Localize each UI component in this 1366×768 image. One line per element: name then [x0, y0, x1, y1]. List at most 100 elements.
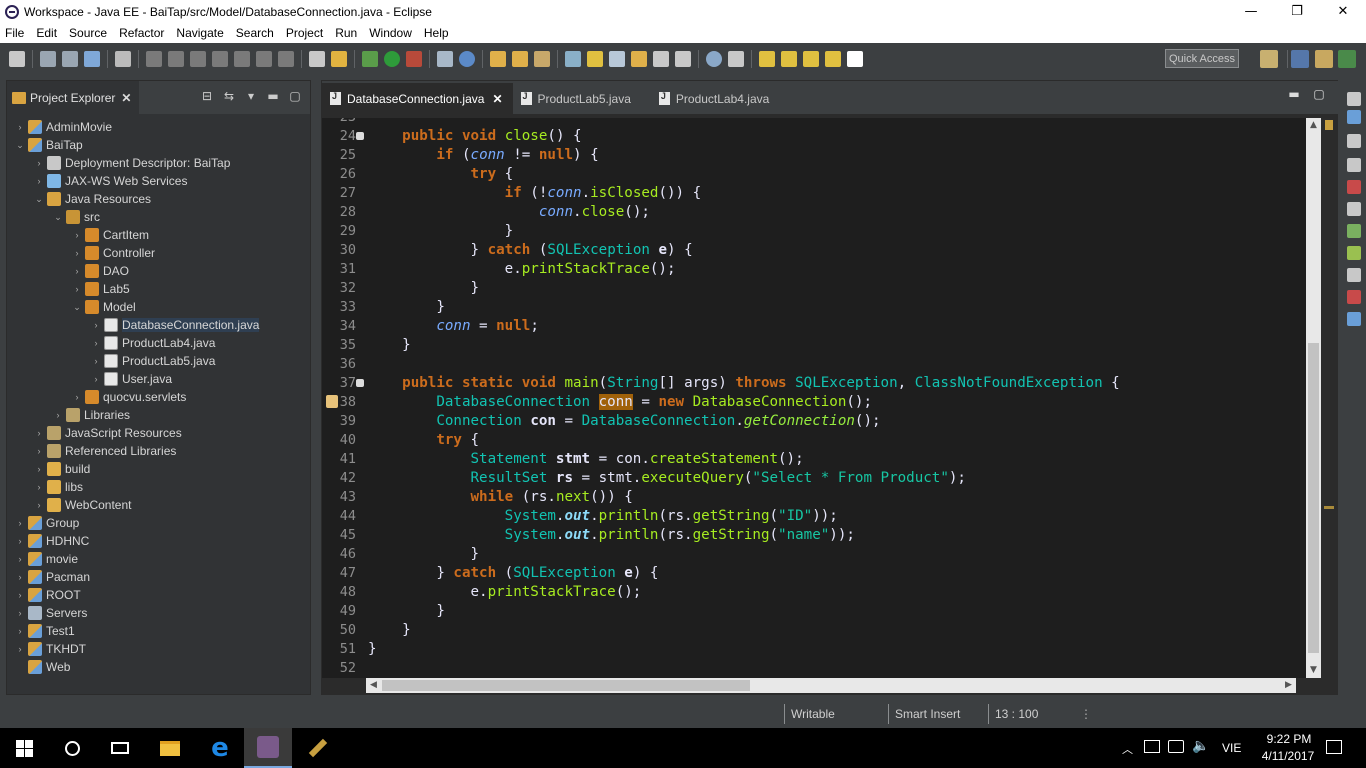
- scroll-up-icon[interactable]: ▲: [1306, 118, 1321, 133]
- code-line[interactable]: 45 System.out.println(rs.getString("name…: [322, 526, 1306, 545]
- editor-tab-productlab5[interactable]: ProductLab5.java: [513, 83, 641, 114]
- pencil-icon[interactable]: [534, 51, 550, 67]
- close-tab-icon[interactable]: ✕: [121, 91, 131, 105]
- code-line[interactable]: 48 e.printStackTrace();: [322, 583, 1306, 602]
- show-whitespace-icon[interactable]: [631, 51, 647, 67]
- editor-tab-productlab4[interactable]: ProductLab4.java: [651, 83, 779, 114]
- code-line[interactable]: 31 e.printStackTrace();: [322, 260, 1306, 279]
- edge-browser-icon[interactable]: e: [196, 728, 244, 768]
- tree-item[interactable]: › JAX-WS Web Services: [7, 172, 310, 190]
- print-icon[interactable]: [84, 51, 100, 67]
- eclipse-taskbar-icon[interactable]: [244, 728, 292, 768]
- expand-arrow-icon[interactable]: ›: [34, 464, 44, 474]
- tree-item[interactable]: ⌄ src: [7, 208, 310, 226]
- code-line[interactable]: 26 try {: [322, 165, 1306, 184]
- outline-icon[interactable]: [1347, 110, 1361, 124]
- step-over-icon[interactable]: [256, 51, 272, 67]
- occurrence-marker[interactable]: [1324, 506, 1334, 509]
- problems-icon[interactable]: [1347, 290, 1361, 304]
- tree-item[interactable]: › Referenced Libraries: [7, 442, 310, 460]
- code-line[interactable]: 29 }: [322, 222, 1306, 241]
- back-arrow-icon[interactable]: [825, 51, 841, 67]
- menu-source[interactable]: Source: [63, 26, 113, 40]
- tree-item[interactable]: › movie: [7, 550, 310, 568]
- code-editor[interactable]: 2324 public void close() {25 if (conn !=…: [322, 118, 1306, 678]
- battery-icon[interactable]: [1144, 740, 1160, 753]
- tree-item[interactable]: › DatabaseConnection.java: [7, 316, 310, 334]
- globe-icon[interactable]: [706, 51, 722, 67]
- expand-arrow-icon[interactable]: ›: [72, 392, 82, 402]
- tree-item[interactable]: › Servers: [7, 604, 310, 622]
- minimize-editor-icon[interactable]: ▬: [1287, 87, 1301, 101]
- java-perspective-icon[interactable]: [1315, 50, 1333, 68]
- markers-icon[interactable]: [1347, 180, 1361, 194]
- forward-arrow-icon[interactable]: [847, 51, 863, 67]
- skip-breakpoints-icon[interactable]: [115, 51, 131, 67]
- suspend-icon[interactable]: [168, 51, 184, 67]
- menu-window[interactable]: Window: [363, 26, 418, 40]
- code-line[interactable]: 52: [322, 659, 1306, 678]
- code-line[interactable]: 47 } catch (SQLException e) {: [322, 564, 1306, 583]
- code-line[interactable]: 40 try {: [322, 431, 1306, 450]
- search-icon[interactable]: [48, 728, 96, 768]
- code-line[interactable]: 28 conn.close();: [322, 203, 1306, 222]
- open-folder-icon[interactable]: [512, 51, 528, 67]
- fold-toggle-icon[interactable]: [356, 379, 364, 387]
- last-edit-location-icon[interactable]: [803, 51, 819, 67]
- expand-arrow-icon[interactable]: ›: [34, 428, 44, 438]
- tools-icon[interactable]: [294, 728, 342, 768]
- view-menu-icon[interactable]: ▾: [244, 89, 258, 103]
- word-wrap-icon[interactable]: [653, 51, 669, 67]
- open-type-icon[interactable]: [490, 51, 506, 67]
- tree-item[interactable]: › ROOT: [7, 586, 310, 604]
- step-return-icon[interactable]: [278, 51, 294, 67]
- run-icon[interactable]: [384, 51, 400, 67]
- collapse-arrow-icon[interactable]: ⌄: [72, 302, 82, 313]
- tree-item[interactable]: › TKHDT: [7, 640, 310, 658]
- notifications-icon[interactable]: [1326, 740, 1342, 754]
- expand-arrow-icon[interactable]: ›: [34, 482, 44, 492]
- overview-ruler[interactable]: [1321, 118, 1337, 678]
- warning-marker-icon[interactable]: [326, 395, 338, 408]
- tree-item[interactable]: › Lab5: [7, 280, 310, 298]
- close-window-button[interactable]: ✕: [1320, 0, 1366, 23]
- editor-tab-databaseconnection[interactable]: DatabaseConnection.java ✕: [322, 83, 513, 114]
- code-line[interactable]: 30 } catch (SQLException e) {: [322, 241, 1306, 260]
- expand-arrow-icon[interactable]: ›: [34, 176, 44, 186]
- expand-arrow-icon[interactable]: ›: [72, 248, 82, 258]
- menu-edit[interactable]: Edit: [30, 26, 63, 40]
- expand-arrow-icon[interactable]: ›: [91, 320, 101, 330]
- scroll-right-icon[interactable]: ▶: [1281, 678, 1296, 693]
- restore-icon[interactable]: [1347, 92, 1361, 106]
- code-line[interactable]: 23: [322, 118, 1306, 127]
- code-line[interactable]: 25 if (conn != null) {: [322, 146, 1306, 165]
- horizontal-scroll-thumb[interactable]: [382, 680, 750, 691]
- task-view-icon[interactable]: [96, 728, 144, 768]
- next-annotation-icon[interactable]: [759, 51, 775, 67]
- windows-start-icon[interactable]: [0, 728, 48, 768]
- menu-run[interactable]: Run: [329, 26, 363, 40]
- tray-chevron-icon[interactable]: ︿: [1122, 741, 1133, 757]
- project-explorer-tab[interactable]: Project Explorer ✕: [7, 81, 140, 114]
- tree-item[interactable]: › Test1: [7, 622, 310, 640]
- tree-item[interactable]: › Libraries: [7, 406, 310, 424]
- resume-icon[interactable]: [146, 51, 162, 67]
- tree-item[interactable]: › Group: [7, 514, 310, 532]
- expand-arrow-icon[interactable]: ›: [72, 284, 82, 294]
- tree-item[interactable]: › ProductLab5.java: [7, 352, 310, 370]
- maximize-view-icon[interactable]: ▢: [288, 89, 302, 103]
- scroll-left-icon[interactable]: ◀: [366, 678, 381, 693]
- code-line[interactable]: 39 Connection con = DatabaseConnection.g…: [322, 412, 1306, 431]
- tree-item[interactable]: › HDHNC: [7, 532, 310, 550]
- console-icon[interactable]: [309, 51, 325, 67]
- maximize-editor-icon[interactable]: ▢: [1312, 87, 1326, 101]
- java-ee-perspective-icon[interactable]: [1291, 50, 1309, 68]
- code-line[interactable]: 36: [322, 355, 1306, 374]
- servers-icon[interactable]: [1347, 224, 1361, 238]
- tree-item[interactable]: Web: [7, 658, 310, 676]
- menu-help[interactable]: Help: [418, 26, 455, 40]
- link-with-editor-icon[interactable]: ⇆: [222, 89, 236, 103]
- expand-arrow-icon[interactable]: ›: [91, 374, 101, 384]
- file-explorer-icon[interactable]: [146, 728, 194, 768]
- properties-icon[interactable]: [1347, 202, 1361, 216]
